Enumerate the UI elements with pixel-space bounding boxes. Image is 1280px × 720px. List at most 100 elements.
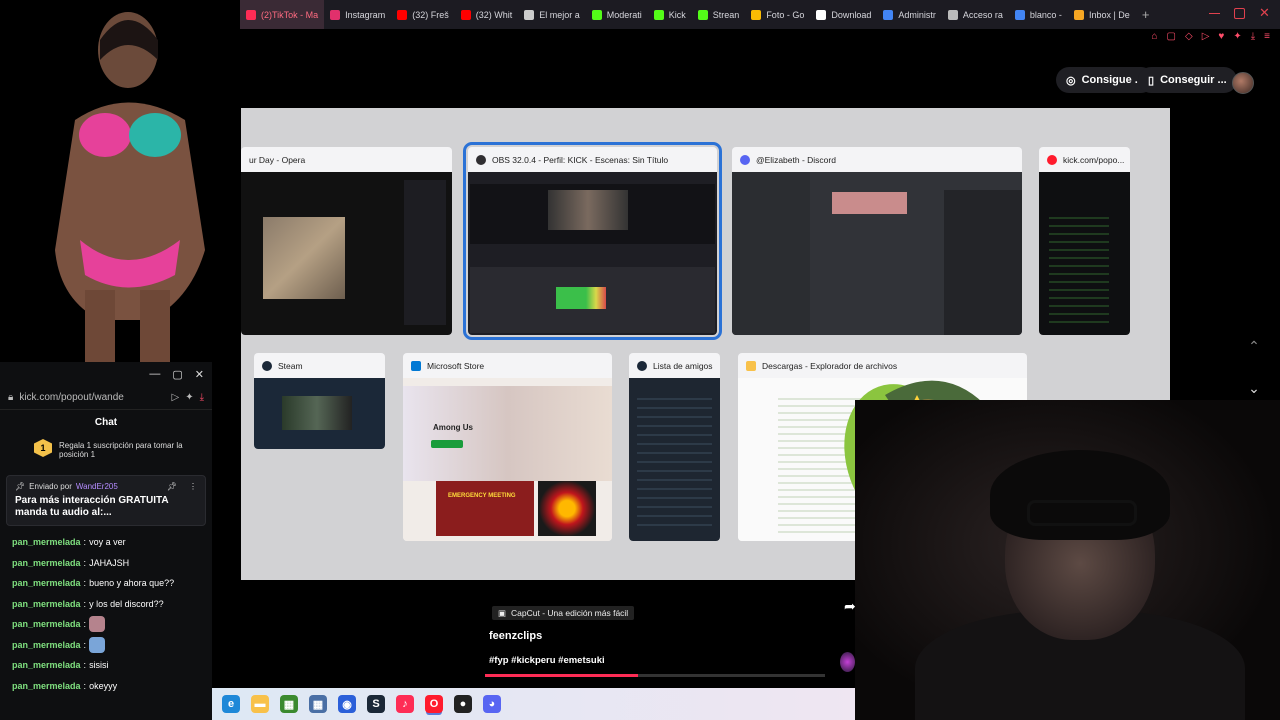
friends-list-preview [637,398,712,533]
taskbar-calculator-icon[interactable]: ▦ [309,695,327,713]
chat-title: Chat [94,417,118,428]
browser-tab[interactable]: Strean [692,0,746,29]
video-hashtags[interactable]: #fyp #kickperu #emetsuki [489,655,605,666]
close-icon[interactable]: ✕ [195,368,204,386]
new-tab-button[interactable]: + [1136,7,1156,22]
store-install-button[interactable] [431,440,463,448]
chat-username[interactable]: pan_mermelada [12,558,81,568]
player-icon[interactable]: ▷ [1202,31,1210,42]
unpin-icon[interactable]: 📌︎ [167,482,177,491]
browser-tab[interactable]: Kick [648,0,692,29]
chat-username[interactable]: pan_mermelada [12,599,81,609]
window-preview [629,378,720,541]
taskbar-explorer-icon[interactable]: ▬ [251,695,269,713]
taskbar-opera-icon[interactable]: O [425,695,443,713]
share-icon[interactable]: ➦ [844,598,856,615]
close-icon[interactable]: ✕ [1259,6,1270,19]
browser-tab[interactable]: Instagram [324,0,391,29]
window-title: Steam [278,360,303,371]
window-kick-popout[interactable]: kick.com/popo... [1039,147,1130,335]
taskbar-obs-icon[interactable]: ◉ [338,695,356,713]
tab-favicon-icon [883,9,894,20]
capcut-label: CapCut - Una edición más fácil [511,608,629,618]
chat-panel: — ▢ ✕ 🔒︎ kick.com/popout/wande ▷ ✦ ⤓ Cha… [0,362,212,720]
chat-username[interactable]: pan_mermelada [12,640,81,650]
tab-favicon-icon [1014,9,1025,20]
capcut-icon: ▣ [498,607,507,618]
scroll-down-icon[interactable]: ⌄ [1242,376,1266,400]
chat-username[interactable]: pan_mermelada [12,578,81,588]
page-header: ◎ Consigue ... ▯ Conseguir ... [240,45,1280,108]
capcut-tag[interactable]: ▣ CapCut - Una edición más fácil [492,606,635,620]
chat-message: pan_mermelada: [0,614,212,635]
pinned-message[interactable]: 📌︎ Enviado por WandEr205 📌︎ ⋮ Para más i… [6,475,206,526]
browser-tab[interactable]: Download [810,0,877,29]
maximize-icon[interactable] [1234,8,1245,19]
bookmark-icon[interactable]: ⌂ [1152,31,1158,42]
window-title: OBS 32.0.4 - Perfil: KICK - Escenas: Sin… [492,154,669,165]
profile-avatar[interactable] [1232,72,1254,94]
window-friends-list[interactable]: Lista de amigos [629,353,720,541]
browser-tab[interactable]: Inbox | De [1068,0,1136,29]
tab-favicon-icon [947,9,958,20]
chat-username[interactable]: pan_mermelada [12,537,81,547]
browser-tab[interactable]: Moderati [586,0,648,29]
chat-username[interactable]: pan_mermelada [12,681,81,691]
browser-tab[interactable]: El mejor a [518,0,586,29]
window-opera[interactable]: ur Day - Opera [241,147,452,335]
play-icon[interactable]: ▷ [171,392,179,403]
tab-favicon-icon [751,9,762,20]
window-obs[interactable]: OBS 32.0.4 - Perfil: KICK - Escenas: Sin… [463,142,722,340]
gift-sub-banner[interactable]: 1 Regala 1 suscripción para tomar la pos… [0,435,212,465]
chat-username[interactable]: pan_mermelada [12,660,81,670]
window-discord[interactable]: @Elizabeth - Discord [732,147,1022,335]
browser-tab[interactable]: Foto - Go [745,0,810,29]
window-preview [468,172,717,335]
browser-tab[interactable]: (32) Whit [455,0,519,29]
download-icon[interactable]: ⤓ [1251,31,1255,42]
browser-tab[interactable]: Acceso ra [942,0,1009,29]
creator-avatar[interactable] [840,652,855,672]
chat-separator: : [83,680,87,691]
download-icon[interactable]: ⤓ [200,392,204,403]
pinned-user[interactable]: WandEr205 [76,482,118,491]
menu-icon[interactable]: ≡ [1264,31,1270,42]
minimize-icon[interactable]: — [149,368,160,386]
character-image [55,12,205,362]
taskbar-tiktok-icon[interactable]: ♪ [396,695,414,713]
taskbar-edge-icon[interactable]: e [222,695,240,713]
minimize-icon[interactable] [1209,8,1220,14]
taskbar-obs-studio-icon[interactable]: ● [454,695,472,713]
video-progress-bar[interactable] [485,674,825,677]
heart-icon[interactable]: ♥ [1218,31,1224,42]
browser-tab[interactable]: (2)TikTok - Ma [240,0,325,29]
chat-separator: : [83,557,87,568]
tab-label: Inbox | De [1088,9,1130,20]
chat-address-bar[interactable]: 🔒︎ kick.com/popout/wande ▷ ✦ ⤓ [0,386,212,410]
extensions-icon[interactable]: ✦ [1233,31,1241,42]
browser-tab[interactable]: Administr [877,0,942,29]
taskbar-steam-icon[interactable]: S [367,695,385,713]
extension-icon[interactable]: ✦ [185,392,193,403]
conseguir-button[interactable]: ▯ Conseguir ... [1138,67,1237,93]
snapshot-icon[interactable]: ▢ [1167,31,1176,42]
browser-tab[interactable]: (32) Freš [391,0,455,29]
taskbar-discord-icon[interactable]: ◕ [483,695,501,713]
more-options-icon[interactable]: ⋮ [189,482,197,491]
pin-icon: 📌︎ [15,482,26,491]
browser-tab[interactable]: blanco - [1009,0,1068,29]
taskbar-minecraft-icon[interactable]: ▦ [280,695,298,713]
obs-icon [476,154,486,165]
scroll-up-icon[interactable]: ⌃ [1242,334,1266,358]
chat-username[interactable]: pan_mermelada [12,619,81,629]
conseguir-label: Conseguir ... [1160,74,1227,86]
store-game-title: Among Us [433,423,473,432]
maximize-icon[interactable]: ▢ [172,368,182,386]
window-microsoft-store[interactable]: Microsoft Store Among Us EMERGENCY MEETI… [403,353,612,541]
window-steam[interactable]: Steam [254,353,385,449]
tab-favicon-icon [330,9,341,20]
tab-label: El mejor a [539,9,580,20]
video-username[interactable]: feenzclips [489,630,542,642]
video-caption-area: ▣ CapCut - Una edición más fácil feenzcl… [478,580,856,688]
shield-icon[interactable]: ◇ [1185,31,1193,42]
